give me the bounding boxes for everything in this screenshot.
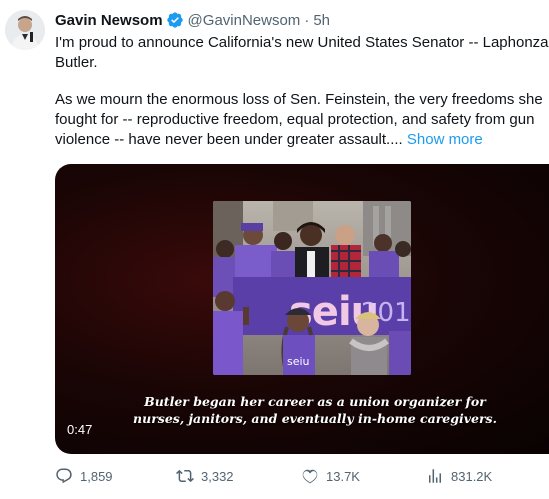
reply-count: 1,859: [80, 468, 113, 484]
views-button[interactable]: 831.2K: [426, 466, 492, 486]
video-frame-photo: seiu 2015 seiu: [213, 201, 411, 375]
tweet-timestamp[interactable]: 5h: [313, 12, 330, 29]
like-button[interactable]: 13.7K: [301, 466, 360, 486]
svg-text:seiu: seiu: [287, 355, 310, 368]
verified-badge-icon: [166, 11, 184, 29]
retweet-button[interactable]: 3,332: [176, 466, 234, 486]
like-count: 13.7K: [326, 468, 360, 484]
video-player[interactable]: seiu 2015 seiu Butler began her career a…: [55, 164, 549, 454]
author-handle[interactable]: @GavinNewsom: [188, 12, 301, 29]
like-icon: [302, 469, 318, 484]
tweet-text-line: As we mourn the enormous loss of Sen. Fe…: [55, 91, 543, 108]
author-name[interactable]: Gavin Newsom: [55, 12, 163, 29]
video-duration: 0:47: [67, 422, 93, 437]
tweet-text-line: violence -- have never been under greate…: [55, 130, 549, 150]
separator-dot: ·: [304, 11, 310, 29]
avatar[interactable]: [5, 10, 45, 50]
views-icon: [429, 469, 441, 483]
tweet-header: Gavin Newsom @GavinNewsom · 5h: [55, 10, 330, 30]
tweet[interactable]: Gavin Newsom @GavinNewsom · 5h I'm proud…: [0, 0, 549, 499]
tweet-text-line: I'm proud to announce California's new U…: [55, 34, 549, 51]
retweet-count: 3,332: [201, 468, 234, 484]
show-more-link[interactable]: Show more: [407, 131, 483, 148]
tweet-text-line: Butler.: [55, 54, 98, 71]
reply-button[interactable]: 1,859: [55, 466, 113, 486]
tweet-text-line: fought for -- reproductive freedom, equa…: [55, 111, 535, 128]
video-caption: Butler began her career as a union organ…: [100, 393, 530, 427]
views-count: 831.2K: [451, 468, 493, 484]
reply-icon: [56, 468, 72, 484]
tweet-text: I'm proud to announce California's new U…: [55, 33, 549, 150]
tweet-text-last: violence -- have never been under greate…: [55, 131, 407, 148]
tweet-actions: 1,859 3,332 13.7K 831.2K: [55, 466, 549, 486]
video-caption-line: nurses, janitors, and eventually in-home…: [133, 411, 497, 426]
retweet-icon: [176, 469, 194, 483]
video-caption-line: Butler began her career as a union organ…: [144, 394, 486, 409]
